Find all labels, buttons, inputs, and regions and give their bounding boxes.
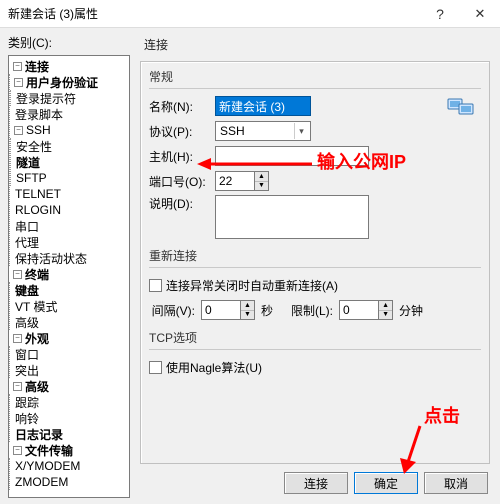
tree-serial[interactable]: 串口 [14, 218, 40, 235]
tree-advanced[interactable]: 高级 [14, 314, 40, 331]
spin-up-icon[interactable]: ▲ [241, 301, 254, 311]
chevron-down-icon: ▾ [294, 123, 308, 139]
divider [149, 267, 481, 268]
protocol-value: SSH [220, 124, 245, 138]
tree-trace[interactable]: 跟踪 [14, 394, 40, 411]
tree-terminal[interactable]: 终端 [24, 266, 50, 283]
help-button[interactable]: ? [420, 0, 460, 27]
ok-button[interactable]: 确定 [354, 472, 418, 494]
tree-xymodem[interactable]: X/YMODEM [14, 459, 81, 473]
limit-label: 限制(L): [291, 302, 333, 319]
tree-user-auth[interactable]: 用户身份验证 [25, 74, 99, 91]
tree-security[interactable]: 安全性 [15, 138, 53, 155]
tree-toggle[interactable]: − [13, 334, 22, 343]
cancel-button[interactable]: 取消 [424, 472, 488, 494]
spin-up-icon[interactable]: ▲ [255, 172, 268, 182]
group-reconnect: 重新连接 连接异常关闭时自动重新连接(A) 间隔(V): ▲▼ 秒 限制(L): [149, 247, 481, 321]
tree-keepalive[interactable]: 保持活动状态 [14, 250, 88, 267]
nagle-label: 使用Nagle算法(U) [166, 359, 262, 376]
tree-proxy[interactable]: 代理 [14, 234, 40, 251]
dialog-body: 类别(C): −连接 −用户身份验证 登录提示符 登录脚本 −SS [0, 28, 500, 504]
spin-down-icon[interactable]: ▼ [255, 182, 268, 191]
description-input[interactable] [215, 195, 369, 239]
name-input[interactable] [215, 96, 311, 116]
protocol-label: 协议(P): [149, 123, 215, 140]
interval-input[interactable] [201, 300, 241, 320]
category-label: 类别(C): [8, 34, 130, 51]
window-title: 新建会话 (3)属性 [8, 5, 98, 22]
window-controls: ? ✕ [420, 0, 500, 27]
tree-highlight[interactable]: 突出 [14, 362, 40, 379]
spin-down-icon[interactable]: ▼ [379, 311, 392, 320]
tree-toggle[interactable]: − [14, 78, 23, 87]
right-pane: 连接 常规 名称(N): 协议(P): SSH ▾ [134, 28, 500, 504]
limit-input[interactable] [339, 300, 379, 320]
tree-toggle[interactable]: − [13, 446, 22, 455]
tree-toggle[interactable]: − [13, 270, 22, 279]
port-spinner[interactable]: ▲▼ [215, 171, 269, 191]
limit-spinner[interactable]: ▲▼ [339, 300, 393, 320]
divider [149, 88, 481, 89]
tree-telnet[interactable]: TELNET [14, 187, 62, 201]
computers-icon [447, 96, 475, 120]
connect-button[interactable]: 连接 [284, 472, 348, 494]
tree-bell[interactable]: 响铃 [14, 410, 40, 427]
tree-toggle[interactable]: − [13, 62, 22, 71]
tree-appearance[interactable]: 外观 [24, 330, 50, 347]
host-label: 主机(H): [149, 148, 215, 165]
spin-down-icon[interactable]: ▼ [241, 311, 254, 320]
description-label: 说明(D): [149, 195, 215, 212]
name-label: 名称(N): [149, 98, 215, 115]
group-tcp-title: TCP选项 [149, 329, 481, 346]
tree-toggle[interactable]: − [13, 382, 22, 391]
right-heading: 连接 [144, 36, 490, 53]
spin-up-icon[interactable]: ▲ [379, 301, 392, 311]
tree-zmodem[interactable]: ZMODEM [14, 475, 69, 489]
titlebar: 新建会话 (3)属性 ? ✕ [0, 0, 500, 28]
divider [149, 349, 481, 350]
tree-sftp[interactable]: SFTP [15, 171, 48, 185]
tree-tunnel[interactable]: 隧道 [15, 154, 41, 171]
group-tcp: TCP选项 使用Nagle算法(U) [149, 329, 481, 378]
tree-ssh[interactable]: SSH [25, 123, 52, 137]
port-input[interactable] [215, 171, 255, 191]
protocol-select[interactable]: SSH ▾ [215, 121, 311, 141]
tree-logging[interactable]: 日志记录 [14, 426, 64, 443]
auto-reconnect-label: 连接异常关闭时自动重新连接(A) [166, 277, 338, 294]
seconds-label: 秒 [261, 302, 273, 319]
group-general: 常规 名称(N): 协议(P): SSH ▾ 主机(H): [149, 68, 481, 239]
tree-rlogin[interactable]: RLOGIN [14, 203, 62, 217]
tree-login-prompt[interactable]: 登录提示符 [15, 90, 77, 107]
interval-spinner[interactable]: ▲▼ [201, 300, 255, 320]
tree-vtmode[interactable]: VT 模式 [14, 298, 58, 315]
tree-login-script[interactable]: 登录脚本 [14, 106, 64, 123]
interval-label: 间隔(V): [149, 302, 195, 319]
tree-window[interactable]: 窗口 [14, 346, 40, 363]
dialog-footer: 连接 确定 取消 [140, 464, 490, 498]
tree-filetransfer[interactable]: 文件传输 [24, 442, 74, 459]
nagle-checkbox[interactable] [149, 361, 162, 374]
host-input[interactable] [215, 146, 369, 166]
settings-panel: 常规 名称(N): 协议(P): SSH ▾ 主机(H): [140, 61, 490, 464]
auto-reconnect-checkbox[interactable] [149, 279, 162, 292]
left-pane: 类别(C): −连接 −用户身份验证 登录提示符 登录脚本 −SS [0, 28, 134, 504]
tree-toggle[interactable]: − [14, 126, 23, 135]
tree-advanced[interactable]: 高级 [24, 378, 50, 395]
category-tree[interactable]: −连接 −用户身份验证 登录提示符 登录脚本 −SSH 安全性 [8, 55, 130, 498]
close-button[interactable]: ✕ [460, 0, 500, 27]
tree-keyboard[interactable]: 键盘 [14, 282, 40, 299]
port-label: 端口号(O): [149, 173, 215, 190]
tree-connection[interactable]: 连接 [24, 58, 50, 75]
group-general-title: 常规 [149, 68, 481, 85]
group-reconnect-title: 重新连接 [149, 247, 481, 264]
minutes-label: 分钟 [399, 302, 423, 319]
